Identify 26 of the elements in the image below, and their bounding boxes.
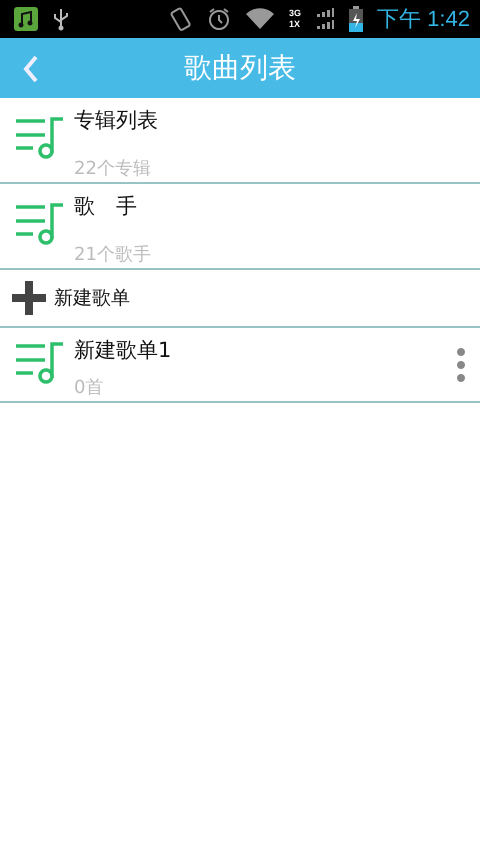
item-title: 新建歌单1	[74, 337, 172, 364]
item-title: 专辑列表	[74, 107, 159, 134]
signal-icon	[315, 7, 336, 31]
new-playlist-row[interactable]: 新建歌单	[0, 270, 480, 328]
music-app-icon	[14, 7, 38, 31]
new-playlist-label: 新建歌单	[54, 286, 130, 311]
item-title: 歌 手	[74, 193, 138, 220]
network-label: 3G	[289, 8, 302, 19]
network-label: 1X	[289, 19, 302, 30]
more-menu-button[interactable]	[456, 348, 466, 382]
clock: 下午 1:42	[377, 5, 470, 33]
battery-icon	[349, 6, 364, 32]
list-item[interactable]: 专辑列表 22个专辑	[0, 98, 480, 184]
item-subtitle: 21个歌手	[74, 243, 152, 266]
vibrate-icon	[169, 6, 194, 32]
usb-icon	[52, 7, 70, 31]
alarm-icon	[207, 7, 232, 31]
more-icon	[456, 348, 466, 382]
list-item[interactable]: 歌 手 21个歌手	[0, 184, 480, 270]
list-item[interactable]: 新建歌单1 0首	[0, 328, 480, 403]
page-title: 歌曲列表	[184, 50, 296, 86]
item-subtitle: 0首	[74, 376, 104, 399]
item-subtitle: 22个专辑	[74, 157, 152, 180]
back-icon	[22, 54, 40, 84]
plus-icon	[12, 281, 46, 315]
wifi-icon	[245, 8, 276, 30]
